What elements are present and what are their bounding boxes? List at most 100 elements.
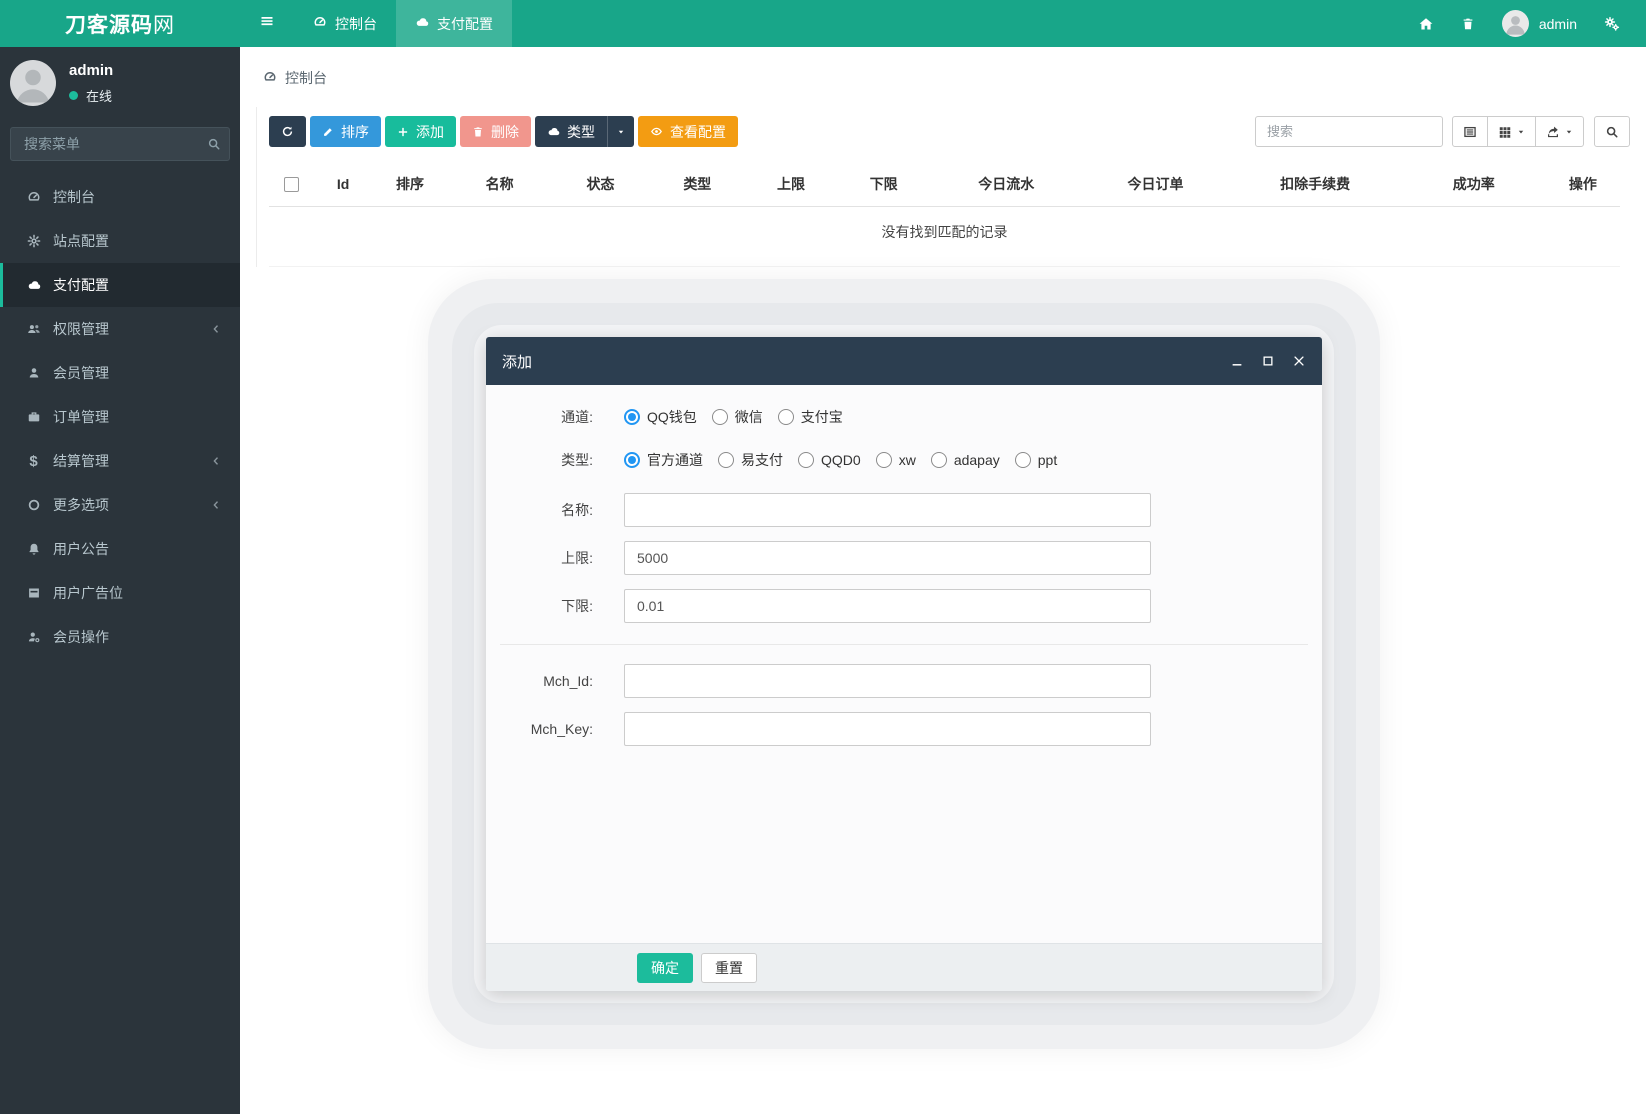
user-menu[interactable]: admin bbox=[1501, 10, 1577, 37]
sidebar-item-label: 权限管理 bbox=[53, 321, 109, 337]
radio-option-label: QQ钱包 bbox=[647, 409, 697, 425]
mch-key-field-row: Mch_Key: bbox=[500, 712, 1308, 746]
radio-option-xw[interactable]: xw bbox=[875, 452, 916, 468]
grid-icon bbox=[1499, 126, 1511, 138]
radio-option-label: adapay bbox=[953, 452, 1000, 468]
radio-unchecked-icon bbox=[875, 452, 892, 468]
pencil-icon bbox=[322, 126, 334, 138]
radio-unchecked-icon bbox=[718, 452, 734, 468]
sort-button[interactable]: 排序 bbox=[310, 116, 381, 147]
eye-icon bbox=[650, 125, 663, 138]
radio-option-qqd0[interactable]: QQD0 bbox=[798, 452, 861, 468]
upper-limit-input[interactable] bbox=[624, 541, 1151, 575]
caret-down-icon bbox=[1518, 130, 1524, 133]
column-header-actions: 操作 bbox=[1568, 175, 1597, 192]
radio-option-wechat[interactable]: 微信 bbox=[711, 407, 763, 427]
dashboard-icon bbox=[25, 190, 42, 204]
sidebar-item-announcements[interactable]: 用户公告 bbox=[0, 527, 240, 571]
minimize-button[interactable] bbox=[1230, 354, 1244, 368]
online-status-label: 在线 bbox=[86, 88, 113, 104]
columns-button[interactable] bbox=[1487, 116, 1536, 147]
sidebar-item-settlement[interactable]: $ 结算管理 bbox=[0, 439, 240, 483]
sidebar-item-payment-config[interactable]: 支付配置 bbox=[0, 263, 240, 307]
sidebar-item-dashboard[interactable]: 控制台 bbox=[0, 175, 240, 219]
column-header-id: Id bbox=[336, 175, 350, 192]
export-button[interactable] bbox=[1535, 116, 1584, 147]
sidebar-item-ad-slots[interactable]: 用户广告位 bbox=[0, 571, 240, 615]
reset-button[interactable]: 重置 bbox=[701, 952, 757, 983]
mch-id-field-row: Mch_Id: bbox=[500, 664, 1308, 698]
mch-key-label: Mch_Key: bbox=[530, 721, 593, 737]
column-header-upper-limit: 上限 bbox=[777, 175, 806, 192]
sidebar-item-more-options[interactable]: 更多选项 bbox=[0, 483, 240, 527]
radio-option-label: xw bbox=[898, 452, 916, 468]
home-button[interactable] bbox=[1418, 16, 1434, 32]
empty-message: 没有找到匹配的记录 bbox=[269, 205, 1620, 267]
sidebar-toggle-button[interactable] bbox=[240, 0, 294, 47]
mch-key-input[interactable] bbox=[624, 712, 1151, 746]
sidebar-item-orders[interactable]: 订单管理 bbox=[0, 395, 240, 439]
lower-limit-label: 下限: bbox=[561, 598, 593, 614]
type-split-button: 类型 bbox=[535, 116, 634, 147]
type-button[interactable]: 类型 bbox=[535, 116, 607, 147]
channel-label: 通道: bbox=[561, 409, 593, 425]
confirm-button[interactable]: 确定 bbox=[637, 952, 693, 983]
mch-id-input[interactable] bbox=[624, 664, 1151, 698]
sidebar-item-permissions[interactable]: 权限管理 bbox=[0, 307, 240, 351]
sidebar-search-input[interactable] bbox=[22, 135, 207, 153]
maximize-button[interactable] bbox=[1261, 354, 1275, 368]
view-config-button[interactable]: 查看配置 bbox=[638, 116, 738, 147]
type-dropdown-button[interactable] bbox=[607, 116, 634, 147]
dialog-footer: 确定 重置 bbox=[486, 943, 1322, 991]
radio-option-qq-wallet[interactable]: QQ钱包 bbox=[624, 407, 697, 427]
sidebar-item-site-config[interactable]: 站点配置 bbox=[0, 219, 240, 263]
brand-text-light: 网 bbox=[153, 13, 175, 37]
type-button-label: 类型 bbox=[567, 123, 595, 140]
sidebar-item-member-actions[interactable]: 会员操作 bbox=[0, 615, 240, 659]
ad-box-icon bbox=[25, 586, 42, 600]
toolbar-right bbox=[1255, 116, 1630, 147]
sidebar-item-members[interactable]: 会员管理 bbox=[0, 351, 240, 395]
column-header-status: 状态 bbox=[586, 175, 615, 192]
table-search-input[interactable] bbox=[1255, 116, 1443, 147]
tab-dashboard[interactable]: 控制台 bbox=[294, 0, 396, 47]
dialog-header[interactable]: 添加 bbox=[486, 337, 1322, 385]
radio-option-yipay[interactable]: 易支付 bbox=[718, 450, 783, 470]
radio-option-adapay[interactable]: adapay bbox=[930, 452, 1000, 468]
breadcrumb[interactable]: 控制台 bbox=[240, 47, 1646, 88]
radio-option-ppt[interactable]: ppt bbox=[1014, 452, 1057, 468]
toggle-view-button[interactable] bbox=[1452, 116, 1488, 147]
trash-button[interactable] bbox=[1461, 17, 1475, 31]
delete-button[interactable]: 删除 bbox=[460, 116, 531, 147]
sidebar-item-label: 结算管理 bbox=[53, 453, 109, 469]
table-panel: 排序 添加 删除 类型 查看配置 搜索 Id 排序 名称 状态 类型 上限 下限… bbox=[256, 107, 1630, 267]
top-navbar: 刀客源码网 控制台 支付配置 admin bbox=[0, 0, 1646, 47]
name-input[interactable] bbox=[624, 493, 1151, 527]
radio-unchecked-icon bbox=[798, 452, 814, 468]
gear-icon bbox=[25, 234, 42, 248]
search-icon[interactable] bbox=[207, 137, 221, 151]
empty-row: 没有找到匹配的记录 bbox=[269, 205, 1620, 267]
user-gear-icon bbox=[25, 630, 42, 644]
column-header-name: 名称 bbox=[485, 175, 514, 192]
settings-button[interactable] bbox=[1604, 16, 1620, 32]
dollar-icon: $ bbox=[29, 452, 38, 470]
refresh-icon bbox=[281, 125, 294, 138]
brand-logo: 刀客源码网 bbox=[0, 0, 240, 47]
radio-option-alipay[interactable]: 支付宝 bbox=[777, 407, 843, 427]
export-icon bbox=[1548, 126, 1558, 137]
select-all-checkbox[interactable] bbox=[284, 177, 300, 193]
sidebar-item-label: 用户公告 bbox=[53, 541, 109, 557]
user-status: 在线 bbox=[69, 86, 113, 105]
add-button-label: 添加 bbox=[416, 123, 444, 140]
sidebar-avatar bbox=[10, 60, 56, 106]
lower-limit-input[interactable] bbox=[624, 589, 1151, 623]
caret-down-icon bbox=[618, 130, 624, 133]
search-button[interactable] bbox=[1594, 116, 1630, 147]
column-header-fee-deduction: 扣除手续费 bbox=[1280, 175, 1351, 192]
radio-option-official-channel[interactable]: 官方通道 bbox=[624, 450, 703, 470]
add-button[interactable]: 添加 bbox=[385, 116, 456, 147]
refresh-button[interactable] bbox=[269, 116, 306, 147]
tab-payment-config[interactable]: 支付配置 bbox=[396, 0, 512, 47]
close-button[interactable] bbox=[1292, 354, 1306, 368]
